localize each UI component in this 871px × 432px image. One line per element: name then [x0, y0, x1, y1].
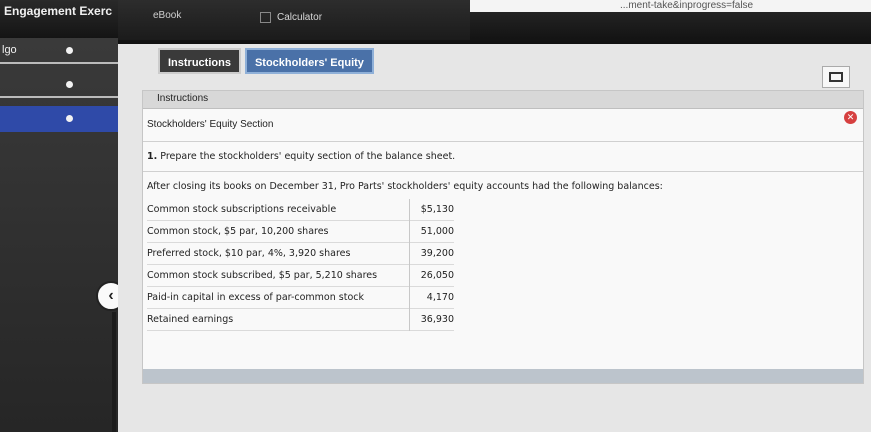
table-row: Retained earnings 36,930 — [147, 308, 454, 331]
account-name: Retained earnings — [147, 308, 410, 331]
tab-bar: Instructions Stockholders' Equity — [158, 48, 374, 74]
sidebar-item-3-active[interactable] — [0, 106, 118, 132]
question-number: 1. — [147, 151, 158, 162]
account-name: Preferred stock, $10 par, 4%, 3,920 shar… — [147, 242, 410, 265]
table-row: Common stock subscriptions receivable $5,… — [147, 199, 454, 221]
status-dot-icon — [66, 47, 73, 54]
account-amount: 39,200 — [420, 248, 454, 259]
panel-header: Instructions — [143, 91, 863, 109]
panel-footer — [143, 369, 863, 383]
calculator-button[interactable]: Calculator — [260, 12, 322, 23]
account-amount: $5,130 — [420, 204, 454, 215]
account-name: Paid-in capital in excess of par-common … — [147, 286, 410, 309]
account-balances-table: Common stock subscriptions receivable $5,… — [147, 199, 454, 331]
intro-text: After closing its books on December 31, … — [147, 181, 663, 192]
table-row: Common stock, $5 par, 10,200 shares 51,00… — [147, 220, 454, 243]
sidebar-item-label: lgo — [2, 44, 17, 56]
account-name: Common stock subscriptions receivable — [147, 199, 410, 221]
question-text: 1. Prepare the stockholders' equity sect… — [147, 151, 455, 162]
status-dot-icon — [66, 81, 73, 88]
account-amount: 36,930 — [420, 314, 454, 325]
status-dot-icon — [66, 115, 73, 122]
table-row: Preferred stock, $10 par, 4%, 3,920 shar… — [147, 242, 454, 265]
account-amount: 26,050 — [420, 270, 454, 281]
sidebar-item-2[interactable] — [0, 72, 118, 98]
left-sidebar: lgo — [0, 38, 118, 432]
question-body: Prepare the stockholders' equity section… — [160, 151, 456, 162]
main-content: Instructions Stockholders' Equity Instru… — [118, 44, 871, 432]
app-title: Engagement Exerc — [4, 4, 113, 18]
divider — [143, 141, 863, 142]
table-row: Paid-in capital in excess of par-common … — [147, 286, 454, 309]
account-name: Common stock subscribed, $5 par, 5,210 s… — [147, 264, 410, 287]
section-title: Stockholders' Equity Section — [147, 119, 274, 130]
account-name: Common stock, $5 par, 10,200 shares — [147, 220, 410, 243]
url-bar[interactable]: ...ment-take&inprogress=false — [470, 0, 871, 12]
divider — [143, 171, 863, 172]
divider — [112, 312, 116, 432]
calculator-label: Calculator — [277, 12, 323, 23]
tab-instructions[interactable]: Instructions — [158, 48, 241, 74]
account-amount: 51,000 — [420, 226, 454, 237]
panel-title: Instructions — [157, 93, 209, 104]
chevron-left-icon: ‹ — [108, 287, 114, 304]
window-icon — [829, 72, 843, 82]
instructions-panel: Instructions ✕ Stockholders' Equity Sect… — [142, 90, 864, 384]
sidebar-item-algo[interactable]: lgo — [0, 38, 118, 64]
table-row: Common stock subscribed, $5 par, 5,210 s… — [147, 264, 454, 287]
close-icon[interactable]: ✕ — [844, 111, 857, 124]
tab-stockholders-equity[interactable]: Stockholders' Equity — [244, 48, 374, 74]
account-amount: 4,170 — [426, 292, 454, 303]
ebook-link[interactable]: eBook — [153, 10, 181, 21]
window-toggle-button[interactable] — [822, 66, 850, 88]
calculator-icon — [260, 12, 271, 23]
